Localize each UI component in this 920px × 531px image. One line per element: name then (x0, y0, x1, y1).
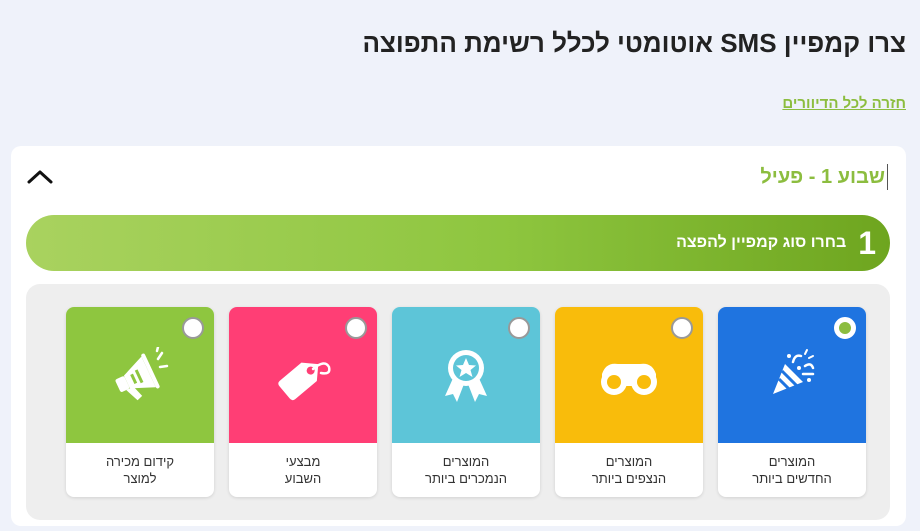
option-most-viewed-products[interactable]: המוצרים הנצפים ביותר (555, 307, 703, 497)
party-popper-icon (773, 349, 815, 394)
campaign-options-panel: המוצרים החדשים ביותר המוצרים הנצפים ביות… (26, 284, 890, 520)
option-radio[interactable] (182, 317, 204, 339)
option-color-area (66, 307, 214, 443)
megaphone-icon (115, 347, 169, 401)
option-radio[interactable] (345, 317, 367, 339)
option-color-area (718, 307, 866, 443)
option-color-area (392, 307, 540, 443)
week-title: שבוע 1 - פעיל (760, 164, 888, 190)
price-tag-icon (278, 362, 331, 401)
option-newest-products[interactable]: המוצרים החדשים ביותר (718, 307, 866, 497)
week-card: שבוע 1 - פעיל 1 בחרו סוג קמפיין להפצה המ… (11, 146, 906, 526)
page-title: צרו קמפיין SMS אוטומטי לכלל רשימת התפוצה (362, 28, 906, 58)
option-weekly-deals[interactable]: מבצעי השבוע (229, 307, 377, 497)
option-label: המוצרים הנמכרים ביותר (425, 454, 507, 486)
binoculars-icon (601, 363, 657, 395)
option-label: מבצעי השבוע (284, 454, 322, 486)
option-color-area (555, 307, 703, 443)
award-ribbon-icon (445, 350, 487, 402)
option-radio[interactable] (508, 317, 530, 339)
step-number: 1 (858, 224, 876, 261)
option-best-selling-products[interactable]: המוצרים הנמכרים ביותר (392, 307, 540, 497)
option-label: המוצרים החדשים ביותר (752, 454, 832, 486)
collapse-button[interactable] (25, 164, 55, 188)
option-radio[interactable] (834, 317, 856, 339)
back-to-all-mailings-link[interactable]: חזרה לכל הדיוורים (782, 95, 906, 112)
option-radio[interactable] (671, 317, 693, 339)
step-label: בחרו סוג קמפיין להפצה (676, 234, 847, 251)
step-header: 1 בחרו סוג קמפיין להפצה (26, 215, 890, 271)
option-product-promotion[interactable]: קידום מכירה למוצר (66, 307, 214, 497)
option-label: קידום מכירה למוצר (106, 454, 174, 486)
option-color-area (229, 307, 377, 443)
option-label: המוצרים הנצפים ביותר (591, 454, 667, 486)
chevron-up-icon (27, 170, 53, 184)
